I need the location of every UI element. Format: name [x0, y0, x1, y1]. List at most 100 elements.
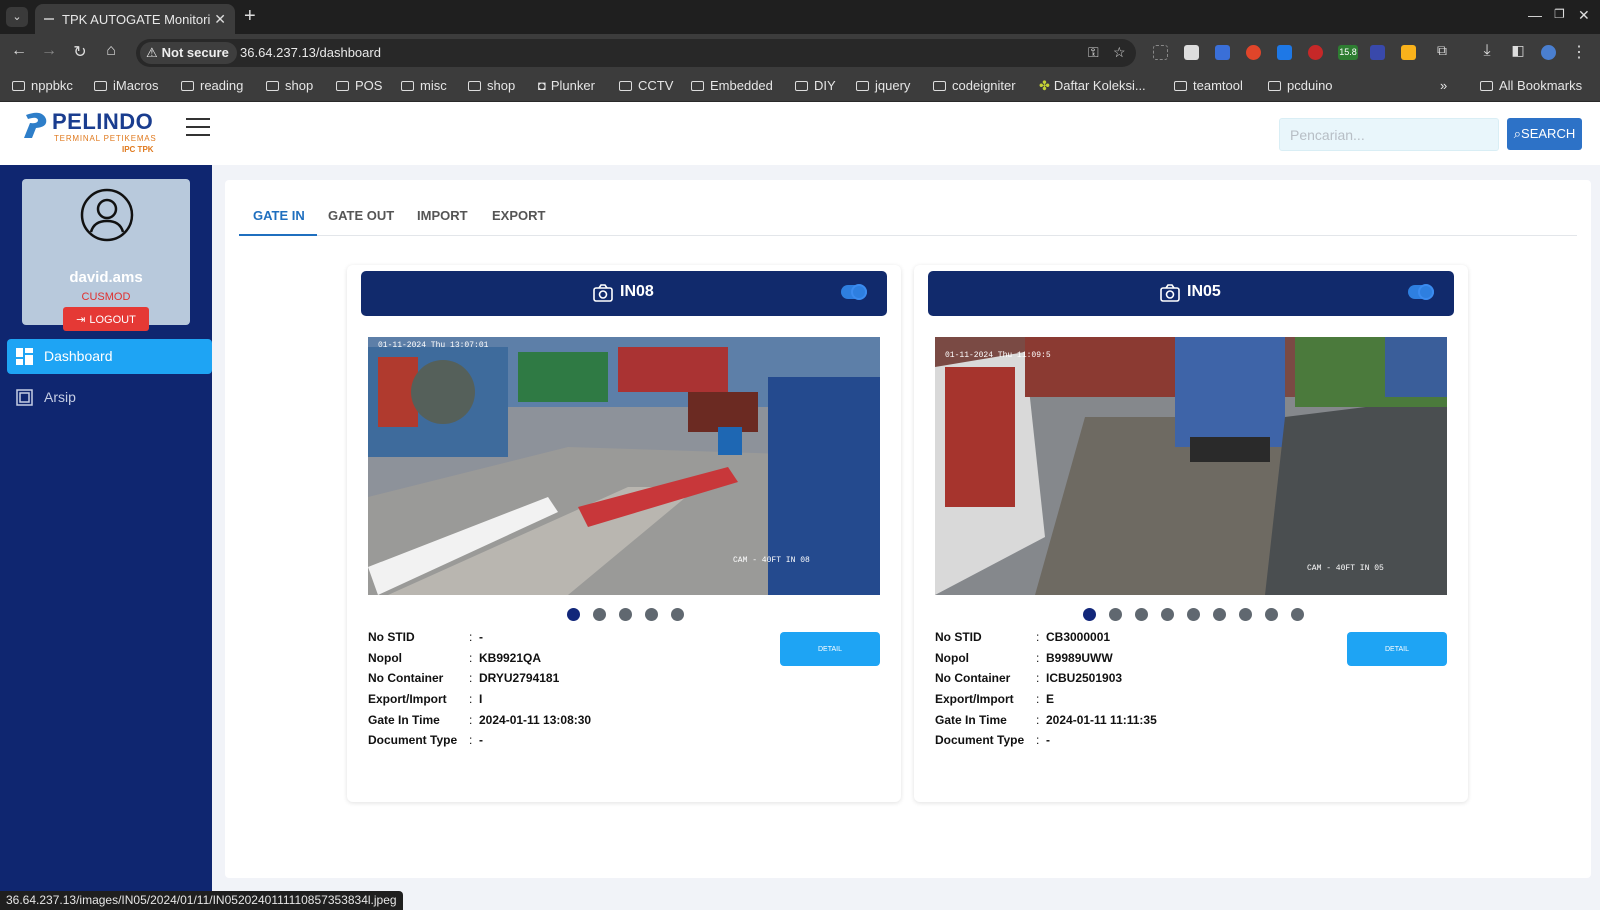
tab-gate-out[interactable]: GATE OUT	[328, 208, 394, 223]
carousel-dot[interactable]	[619, 608, 632, 621]
extension-icon[interactable]	[1401, 45, 1416, 60]
folder-icon	[266, 81, 279, 91]
logout-icon: ⇥	[76, 313, 86, 326]
detail-button[interactable]: DETAIL	[780, 632, 880, 666]
carousel-dot[interactable]	[1291, 608, 1304, 621]
gate-card-header: IN05	[928, 271, 1454, 316]
camera-snapshot[interactable]: 01-11-2024 Thu 13:07:01 CAM - 40FT IN 08	[368, 337, 880, 595]
home-icon[interactable]: ⌂	[101, 42, 121, 60]
bookmark-folder[interactable]: DIY	[795, 78, 836, 93]
key-icon[interactable]: ⚿	[1088, 44, 1099, 61]
folder-icon	[1174, 81, 1187, 91]
bookmark-folder[interactable]: CCTV	[619, 78, 673, 93]
field-value: -	[479, 630, 483, 644]
forward-icon[interactable]: →	[39, 42, 59, 60]
bookmark-folder[interactable]: nppbkc	[12, 78, 73, 93]
extensions-puzzle-icon[interactable]: ⧉	[1432, 42, 1452, 59]
plunker-icon: ◘	[538, 78, 546, 93]
folder-icon	[94, 81, 107, 91]
restore-icon[interactable]: ❐	[1554, 7, 1565, 21]
carousel-dot[interactable]	[1213, 608, 1226, 621]
carousel-dot[interactable]	[1109, 608, 1122, 621]
carousel-dot[interactable]	[593, 608, 606, 621]
url-text[interactable]: 36.64.237.13/dashboard	[240, 45, 381, 60]
tab-import[interactable]: IMPORT	[417, 208, 468, 223]
bookmark-folder[interactable]: Embedded	[691, 78, 773, 93]
tab-close-icon[interactable]: ✕	[214, 11, 226, 28]
folder-icon	[856, 81, 869, 91]
extension-icon[interactable]	[1184, 45, 1199, 60]
security-chip[interactable]: ⚠ Not secure	[140, 42, 237, 64]
bookmark-label: shop	[487, 78, 516, 93]
window-close-icon[interactable]: ✕	[1578, 7, 1590, 24]
camera-snapshot[interactable]: 01-11-2024 Thu 11:09:5 CAM - 40FT IN 05	[935, 337, 1447, 595]
carousel-dot[interactable]	[1083, 608, 1096, 621]
info-row: Export/Import: I	[368, 692, 483, 707]
pelindo-logo-mark-icon	[24, 112, 47, 138]
bookmark-folder[interactable]: shop	[468, 78, 515, 93]
pelindo-logo[interactable]: PELINDO TERMINAL PETIKEMAS IPC TPK	[20, 109, 170, 159]
bookmark-folder[interactable]: teamtool	[1174, 78, 1243, 93]
gate-name: IN05	[1187, 283, 1221, 300]
profile-icon[interactable]	[1541, 45, 1556, 60]
bookmark-folder[interactable]: codeigniter	[933, 78, 1016, 93]
browser-toolbar: ← → ↻ ⌂ ⚠ Not secure 36.64.237.13/dashboa…	[0, 34, 1600, 72]
user-profile-card: david.ams CUSMOD ⇥ LOGOUT	[22, 179, 190, 331]
reload-icon[interactable]: ↻	[70, 42, 90, 62]
carousel-dot[interactable]	[1265, 608, 1278, 621]
search-button[interactable]: ⌕SEARCH	[1507, 118, 1582, 150]
bookmark-folder[interactable]: pcduino	[1268, 78, 1333, 93]
menu-kebab-icon[interactable]: ⋮	[1569, 42, 1589, 62]
bookmark-folder[interactable]: shop	[266, 78, 313, 93]
bookmark-star-icon[interactable]: ☆	[1113, 44, 1126, 61]
extension-badge-icon[interactable]: 15.8	[1338, 45, 1358, 60]
tab-list-chevron-icon[interactable]: ⌄	[6, 7, 28, 27]
carousel-dot[interactable]	[671, 608, 684, 621]
carousel-dot[interactable]	[1187, 608, 1200, 621]
carousel-dot[interactable]	[1135, 608, 1148, 621]
side-panel-icon[interactable]: ◧	[1508, 42, 1528, 59]
info-row: No STID: CB3000001	[935, 630, 1111, 644]
more-bookmarks-icon[interactable]: »	[1440, 78, 1447, 93]
bookmark-folder[interactable]: POS	[336, 78, 382, 93]
extension-icon[interactable]	[1308, 45, 1323, 60]
minimize-icon[interactable]: —	[1528, 7, 1542, 23]
hamburger-menu-icon[interactable]	[186, 118, 210, 138]
bookmark-folder[interactable]: reading	[181, 78, 243, 93]
tab-export[interactable]: EXPORT	[492, 208, 545, 223]
field-label: Document Type	[368, 733, 458, 748]
new-tab-button[interactable]: +	[244, 5, 256, 28]
camera-toggle[interactable]	[841, 284, 867, 300]
bookmark-link[interactable]: ◘ Plunker	[538, 78, 595, 93]
carousel-dot[interactable]	[645, 608, 658, 621]
extension-icon[interactable]	[1246, 45, 1261, 60]
carousel-dot[interactable]	[1239, 608, 1252, 621]
detail-button[interactable]: DETAIL	[1347, 632, 1447, 666]
field-label: No STID	[368, 630, 415, 644]
sidebar-item-arsip[interactable]: Arsip	[7, 380, 212, 415]
bookmark-folder[interactable]: misc	[401, 78, 447, 93]
search-input[interactable]	[1279, 118, 1499, 151]
bookmark-folder[interactable]: iMacros	[94, 78, 159, 93]
screenshot-extension-icon[interactable]	[1153, 45, 1168, 60]
extension-icon[interactable]	[1370, 45, 1385, 60]
sidebar-item-dashboard[interactable]: Dashboard	[7, 339, 212, 374]
bookmark-folder[interactable]: jquery	[856, 78, 910, 93]
camera-toggle[interactable]	[1408, 284, 1434, 300]
download-icon[interactable]: ⤓	[1477, 42, 1497, 60]
field-value: 2024-01-11 13:08:30	[479, 712, 592, 727]
info-row: Nopol: B9989UWW	[935, 650, 1113, 665]
carousel-dot[interactable]	[1161, 608, 1174, 621]
logout-button[interactable]: ⇥ LOGOUT	[63, 307, 149, 331]
tab-gate-in[interactable]: GATE IN	[253, 208, 305, 223]
bookmark-link[interactable]: ✤ Daftar Koleksi...	[1039, 78, 1146, 94]
extension-icon[interactable]	[1277, 45, 1292, 60]
back-icon[interactable]: ←	[9, 42, 29, 60]
info-row: Nopol: KB9921QA	[368, 650, 542, 665]
extension-icon[interactable]	[1215, 45, 1230, 60]
address-bar[interactable]: ⚠ Not secure 36.64.237.13/dashboard ⚿ ☆	[136, 39, 1136, 67]
all-bookmarks[interactable]: All Bookmarks	[1480, 78, 1582, 93]
browser-tab[interactable]: TPK AUTOGATE Monitoring ✕	[35, 4, 235, 34]
app-header: PELINDO TERMINAL PETIKEMAS IPC TPK ⌕SEAR…	[0, 102, 1600, 165]
carousel-dot[interactable]	[567, 608, 580, 621]
